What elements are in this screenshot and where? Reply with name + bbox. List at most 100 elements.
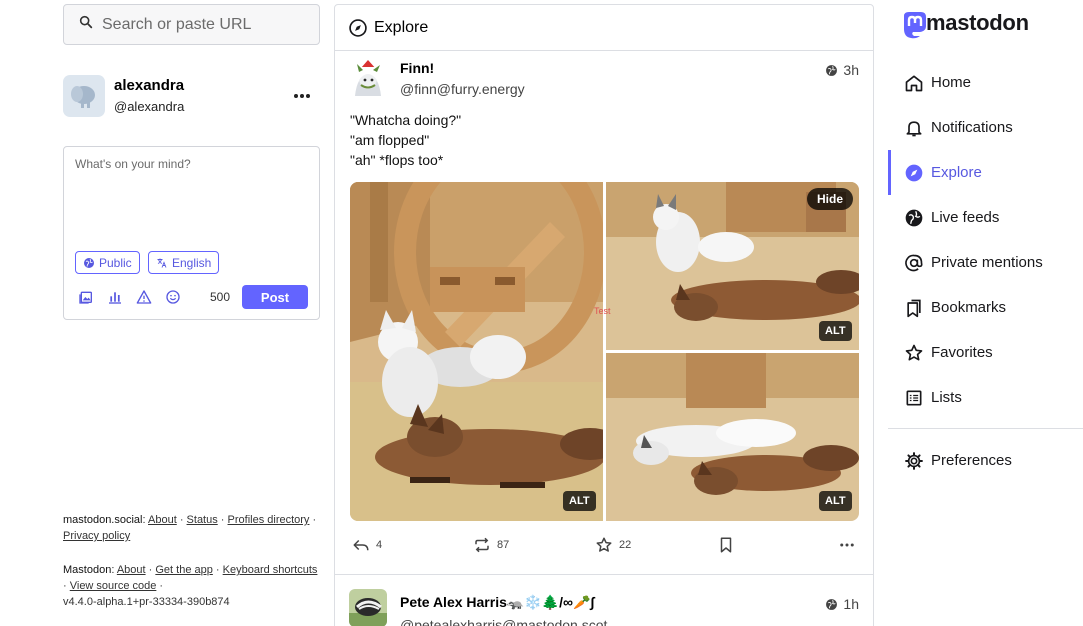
about-link[interactable]: About bbox=[148, 514, 177, 526]
favourite-button[interactable]: 22 bbox=[595, 536, 631, 554]
visibility-button[interactable]: Public bbox=[75, 251, 140, 274]
nav-live-feeds[interactable]: Live feeds bbox=[888, 195, 1083, 240]
character-counter: 500 bbox=[210, 290, 231, 304]
content-line: "am flopped" bbox=[350, 132, 430, 148]
post-action-bar: 4 87 22 bbox=[350, 536, 860, 558]
bell-icon bbox=[906, 120, 922, 136]
nav-preferences[interactable]: Preferences bbox=[888, 438, 1083, 483]
server-links: mastodon.social: About · Status · Profil… bbox=[63, 514, 317, 542]
post-avatar[interactable] bbox=[349, 58, 387, 96]
gear-icon bbox=[905, 451, 923, 470]
boost-button[interactable]: 87 bbox=[473, 536, 509, 554]
reply-count: 4 bbox=[376, 539, 383, 551]
mastodon-logo[interactable]: mastodon bbox=[900, 10, 1029, 40]
post-account-handle[interactable]: @finn@furry.energy bbox=[400, 81, 525, 97]
nav-home-label: Home bbox=[931, 74, 972, 91]
nav-bookmarks[interactable]: Bookmarks bbox=[888, 285, 1083, 330]
globe-icon bbox=[84, 257, 94, 268]
alt-text-badge[interactable]: ALT bbox=[563, 491, 596, 511]
app-links: Mastodon: About · Get the app · Keyboard… bbox=[63, 564, 318, 608]
nav-private-mentions-label: Private mentions bbox=[931, 254, 1043, 271]
status-post[interactable]: Pete Alex Harris🦡❄️🌲/∞🥕∫ @petealexharris… bbox=[335, 577, 873, 626]
profiles-directory-link[interactable]: Profiles directory bbox=[228, 514, 310, 526]
more-icon bbox=[840, 543, 854, 547]
nav-live-feeds-label: Live feeds bbox=[931, 209, 1000, 226]
column-header[interactable]: Explore bbox=[335, 5, 873, 51]
language-label: English bbox=[172, 255, 212, 270]
compose-form: Public English 500 Post bbox=[63, 146, 320, 320]
nav-explore-label: Explore bbox=[931, 164, 982, 181]
post-button[interactable]: Post bbox=[242, 285, 308, 309]
image-upload-icon[interactable] bbox=[78, 289, 94, 305]
about-app-link[interactable]: About bbox=[117, 564, 146, 576]
language-button[interactable]: English bbox=[148, 251, 220, 274]
status-link[interactable]: Status bbox=[187, 514, 218, 526]
nav-favorites[interactable]: Favorites bbox=[888, 330, 1083, 375]
content-warning-icon[interactable] bbox=[136, 289, 152, 305]
reply-icon bbox=[353, 539, 369, 551]
post-timestamp[interactable]: 1h bbox=[825, 596, 859, 612]
post-account-handle[interactable]: @petealexharris@mastodon.scot bbox=[400, 617, 607, 626]
globe-icon bbox=[826, 598, 838, 610]
explore-column: Explore Finn! @finn@furry.energy 3h "Wha… bbox=[334, 4, 874, 626]
nav-divider bbox=[888, 428, 1083, 429]
list-icon bbox=[906, 390, 922, 405]
content-line: "Whatcha doing?" bbox=[350, 112, 462, 128]
nav-private-mentions[interactable]: Private mentions bbox=[888, 240, 1083, 285]
search-box[interactable] bbox=[63, 4, 320, 45]
translate-icon bbox=[157, 258, 167, 268]
avatar[interactable] bbox=[63, 75, 105, 117]
globe-icon bbox=[826, 64, 838, 76]
post-content: "Whatcha doing?" "am flopped" "ah" *flop… bbox=[350, 110, 461, 170]
get-app-link[interactable]: Get the app bbox=[155, 564, 213, 576]
more-options-button[interactable] bbox=[838, 536, 856, 554]
status-post[interactable]: Finn! @finn@furry.energy 3h "Whatcha doi… bbox=[335, 52, 873, 575]
alt-text-badge[interactable]: ALT bbox=[819, 491, 852, 511]
alt-text-badge[interactable]: ALT bbox=[819, 321, 852, 341]
nav-notifications[interactable]: Notifications bbox=[888, 105, 1083, 150]
nav-bookmarks-label: Bookmarks bbox=[931, 299, 1007, 316]
bookmark-icon bbox=[720, 537, 732, 553]
compass-icon bbox=[349, 18, 367, 37]
at-sign-icon bbox=[905, 254, 923, 271]
version-text: v4.4.0-alpha.1+pr-33334-390b874 bbox=[63, 596, 230, 608]
nav-lists[interactable]: Lists bbox=[888, 375, 1083, 420]
home-icon bbox=[905, 75, 923, 91]
post-time: 1h bbox=[843, 596, 859, 612]
keyboard-shortcuts-link[interactable]: Keyboard shortcuts bbox=[223, 564, 318, 576]
nav-home[interactable]: Home bbox=[888, 60, 1083, 105]
account-display-name[interactable]: alexandra bbox=[114, 77, 184, 94]
hide-media-button[interactable]: Hide bbox=[806, 188, 853, 210]
account-menu-icon[interactable] bbox=[292, 86, 312, 106]
account-handle: @alexandra bbox=[114, 99, 185, 114]
column-title: Explore bbox=[374, 18, 429, 36]
privacy-policy-link[interactable]: Privacy policy bbox=[63, 530, 130, 542]
post-display-name[interactable]: Finn! bbox=[400, 60, 434, 76]
compose-textarea[interactable] bbox=[75, 157, 307, 237]
nav-preferences-label: Preferences bbox=[931, 452, 1012, 469]
boost-icon bbox=[475, 537, 489, 553]
nav-explore[interactable]: Explore bbox=[888, 150, 1083, 195]
brand-name: mastodon bbox=[926, 10, 1029, 35]
content-line: "ah" *flops too* bbox=[350, 152, 444, 168]
reply-button[interactable]: 4 bbox=[352, 536, 382, 554]
search-input[interactable] bbox=[102, 15, 302, 34]
elephant-avatar-icon bbox=[71, 86, 95, 108]
bookmark-button[interactable] bbox=[717, 536, 735, 554]
nav-lists-label: Lists bbox=[931, 389, 962, 406]
star-icon bbox=[596, 537, 612, 552]
media-gallery: Hide ALT ALT ALT Test bbox=[350, 182, 859, 521]
view-source-link[interactable]: View source code bbox=[70, 580, 157, 592]
search-icon bbox=[78, 14, 94, 35]
globe-icon bbox=[905, 209, 923, 226]
media-image[interactable] bbox=[350, 182, 603, 521]
post-avatar[interactable] bbox=[349, 589, 387, 626]
post-display-name[interactable]: Pete Alex Harris🦡❄️🌲/∞🥕∫ bbox=[400, 594, 594, 611]
boost-count: 87 bbox=[497, 539, 510, 551]
app-name: Mastodon bbox=[63, 564, 112, 576]
emoji-icon[interactable] bbox=[165, 289, 181, 305]
poll-icon[interactable] bbox=[107, 289, 123, 305]
bookmarks-icon bbox=[907, 299, 921, 317]
server-name: mastodon.social bbox=[63, 514, 143, 526]
post-timestamp[interactable]: 3h bbox=[825, 62, 859, 78]
